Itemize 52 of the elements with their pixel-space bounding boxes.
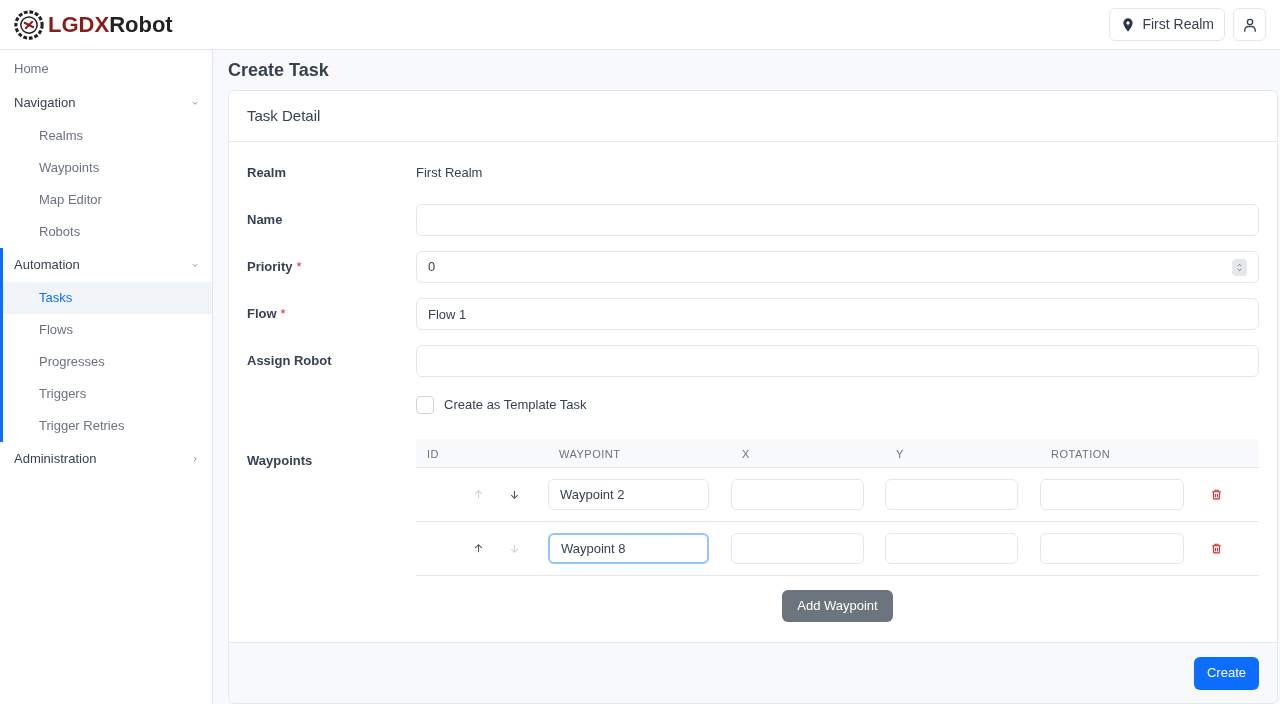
- brand-name: LGDXRobot: [48, 11, 173, 39]
- required-mark: *: [296, 258, 302, 277]
- waypoint-field[interactable]: Waypoint 2: [548, 479, 709, 510]
- input-field[interactable]: [416, 345, 1259, 377]
- checkbox[interactable]: [416, 396, 434, 414]
- sidebar-group[interactable]: Automation: [3, 248, 212, 282]
- number-field[interactable]: 0: [416, 251, 1259, 283]
- page-title: Create Task: [228, 58, 330, 82]
- user-button[interactable]: [1233, 8, 1266, 41]
- field-label: Name: [247, 211, 283, 230]
- rotation-field[interactable]: [1040, 479, 1184, 510]
- trash-icon: [1209, 488, 1223, 501]
- sidebar-item[interactable]: Progresses: [3, 346, 212, 378]
- column-header: X: [742, 448, 750, 460]
- x-field[interactable]: [731, 533, 864, 564]
- sidebar-item[interactable]: Flows: [3, 314, 212, 346]
- spinner-icon[interactable]: [1232, 258, 1247, 276]
- field-label: Realm: [247, 164, 287, 183]
- input-field[interactable]: [416, 204, 1259, 236]
- sidebar-item[interactable]: Tasks: [3, 282, 212, 314]
- card-title: Task Detail: [247, 105, 321, 126]
- sidebar-item[interactable]: Triggers: [3, 378, 212, 410]
- sidebar-item[interactable]: Waypoints: [3, 152, 212, 184]
- sidebar-group[interactable]: Navigation: [3, 86, 212, 120]
- input-field[interactable]: Flow 1: [416, 298, 1259, 330]
- checkbox-label[interactable]: Create as Template Task: [444, 395, 587, 415]
- waypoint-field[interactable]: Waypoint 8: [548, 533, 709, 564]
- column-header: WAYPOINT: [559, 448, 621, 460]
- realm-button[interactable]: First Realm: [1109, 8, 1225, 41]
- sidebar-group[interactable]: Administration: [3, 442, 212, 476]
- y-field[interactable]: [885, 533, 1018, 564]
- field-label: Priority: [247, 258, 293, 277]
- field-label: Assign Robot: [247, 352, 332, 371]
- field-value: First Realm: [416, 164, 483, 183]
- column-header: Y: [896, 448, 904, 460]
- field-label: Waypoints: [247, 453, 313, 468]
- trash-icon: [1209, 542, 1223, 555]
- sidebar-item[interactable]: Map Editor: [3, 184, 212, 216]
- required-mark: *: [280, 305, 286, 324]
- column-header: ROTATION: [1051, 448, 1111, 460]
- sidebar-item[interactable]: Realms: [3, 120, 212, 152]
- create-button[interactable]: Create: [1193, 656, 1259, 690]
- field-label: Flow: [247, 305, 277, 324]
- sidebar-item[interactable]: Home: [3, 52, 212, 86]
- sidebar-item[interactable]: Robots: [3, 216, 212, 248]
- logo-icon: [14, 9, 44, 40]
- y-field[interactable]: [885, 479, 1018, 510]
- sidebar-item[interactable]: Trigger Retries: [3, 410, 212, 442]
- rotation-field[interactable]: [1040, 533, 1184, 564]
- x-field[interactable]: [731, 479, 864, 510]
- add-waypoint-button[interactable]: Add Waypoint: [782, 590, 893, 622]
- column-header: ID: [427, 448, 439, 460]
